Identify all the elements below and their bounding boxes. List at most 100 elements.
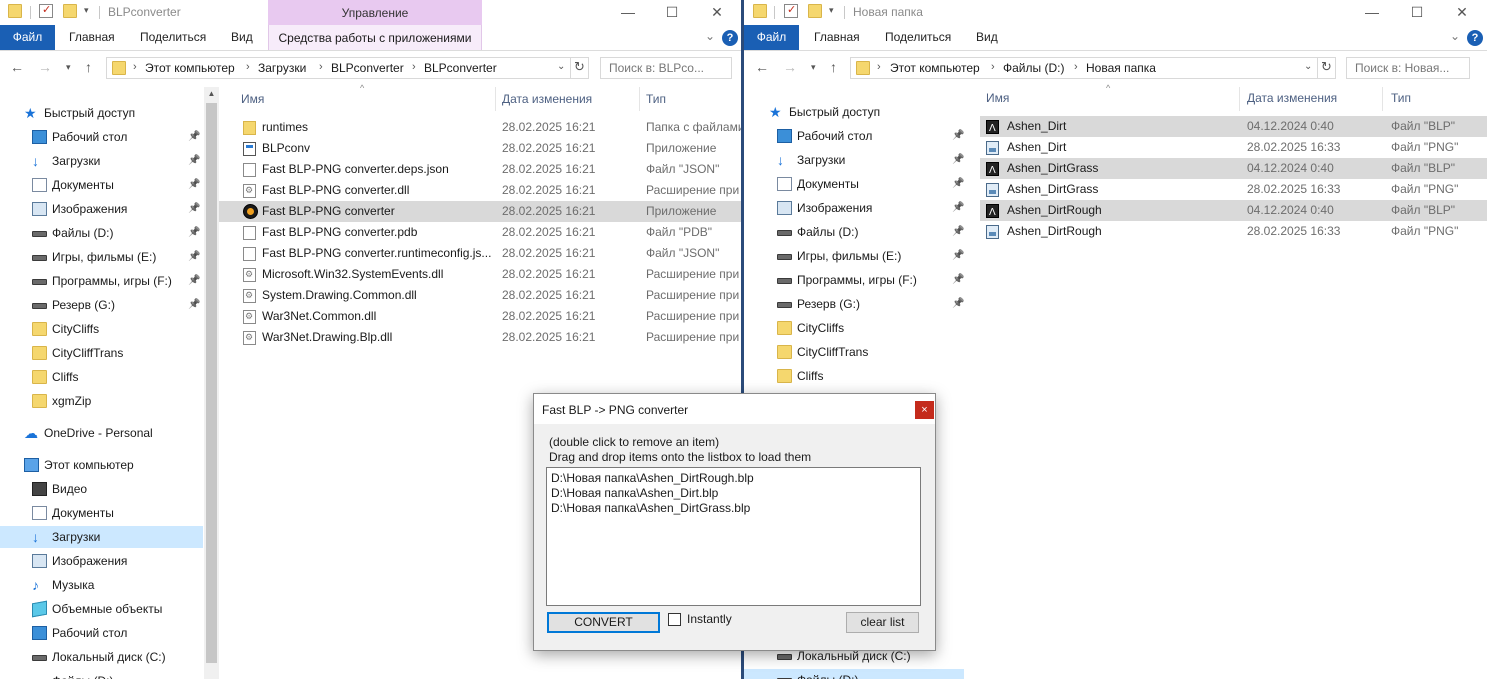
nav-item[interactable]: Документы 📌 (744, 173, 964, 195)
nav-item[interactable]: Документы (0, 502, 203, 524)
expand-ribbon-icon[interactable]: ⌄ (1450, 29, 1460, 43)
nav-item[interactable]: Изображения (0, 550, 203, 572)
help-icon[interactable]: ? (722, 30, 738, 46)
back-arrow-icon[interactable]: ← (755, 59, 769, 75)
nav-item[interactable]: Резерв (G:) 📌 (744, 293, 964, 315)
nav-item[interactable]: Резерв (G:) 📌 (0, 294, 203, 316)
file-row[interactable]: Ashen_Dirt 04.12.2024 0:40 Файл "BLP" (980, 116, 1487, 139)
convert-button[interactable]: CONVERT (547, 612, 660, 633)
nav-item[interactable]: ↓ Загрузки (0, 526, 203, 548)
nav-item[interactable]: Рабочий стол 📌 (0, 126, 203, 148)
up-arrow-icon[interactable]: ↑ (85, 59, 92, 75)
instantly-checkbox[interactable] (668, 613, 681, 626)
file-row[interactable]: BLPconv 28.02.2025 16:21 Приложение (219, 138, 741, 159)
customize-quick-access-icon[interactable]: ▾ (829, 5, 834, 16)
column-divider[interactable] (1382, 87, 1383, 111)
nav-item[interactable]: ☁ OneDrive - Personal (0, 422, 203, 444)
tab-share[interactable]: Поделиться (140, 30, 206, 44)
tab-app-tools[interactable]: Средства работы с приложениями (268, 25, 482, 50)
file-row[interactable]: Fast BLP-PNG converter.deps.json 28.02.20… (219, 159, 741, 180)
nav-item[interactable]: Файлы (D:) 📌 (744, 221, 964, 243)
customize-quick-access-icon[interactable]: ▾ (84, 5, 89, 16)
tab-home[interactable]: Главная (69, 30, 115, 44)
list-item[interactable]: D:\Новая папка\Ashen_DirtRough.blp (551, 471, 754, 485)
file-listbox[interactable]: D:\Новая папка\Ashen_DirtRough.blp D:\Но… (546, 467, 921, 606)
file-row[interactable]: Ashen_DirtGrass 04.12.2024 0:40 Файл "BLP" (980, 158, 1487, 181)
column-header-name[interactable]: Имя (986, 91, 1009, 105)
expand-ribbon-icon[interactable]: ⌄ (705, 29, 715, 43)
tab-file[interactable]: Файл (0, 25, 55, 50)
pin-icon[interactable]: 📌 (188, 294, 200, 316)
tab-view[interactable]: Вид (976, 30, 998, 44)
column-header-type[interactable]: Тип (646, 92, 666, 106)
help-icon[interactable]: ? (1467, 30, 1483, 46)
column-divider[interactable] (639, 87, 640, 111)
back-arrow-icon[interactable]: ← (10, 59, 24, 75)
nav-item[interactable]: CityCliffs (744, 317, 964, 339)
nav-item[interactable]: Этот компьютер (0, 454, 203, 476)
nav-item[interactable]: Файлы (D:) (0, 670, 203, 679)
forward-arrow-icon[interactable]: → (38, 59, 52, 75)
nav-item[interactable]: CityCliffTrans (744, 341, 964, 363)
maximize-button[interactable]: ☐ (1406, 2, 1428, 22)
nav-item[interactable]: Cliffs (0, 366, 203, 388)
nav-item[interactable]: Игры, фильмы (E:) 📌 (744, 245, 964, 267)
close-button[interactable]: ✕ (706, 2, 728, 22)
nav-item[interactable]: ★ Быстрый доступ (744, 101, 964, 123)
refresh-icon[interactable]: ↻ (570, 57, 589, 79)
nav-item[interactable]: Рабочий стол 📌 (744, 125, 964, 147)
search-input[interactable]: Поиск в: Новая... (1346, 57, 1470, 79)
breadcrumb-item[interactable]: BLPconverter (331, 61, 404, 75)
pin-icon[interactable]: 📌 (952, 173, 964, 195)
file-row[interactable]: Ashen_Dirt 28.02.2025 16:33 Файл "PNG" (980, 137, 1487, 158)
pin-icon[interactable]: 📌 (952, 149, 964, 171)
scroll-thumb[interactable] (206, 103, 217, 663)
properties-icon[interactable]: ✓ (39, 4, 53, 18)
instantly-label[interactable]: Instantly (687, 612, 732, 626)
nav-item[interactable]: Программы, игры (F:) 📌 (744, 269, 964, 291)
nav-item[interactable]: Cliffs (744, 365, 964, 387)
clear-list-button[interactable]: clear list (846, 612, 919, 633)
column-divider[interactable] (1239, 87, 1240, 111)
pin-icon[interactable]: 📌 (188, 126, 200, 148)
file-row[interactable]: Ashen_DirtGrass 28.02.2025 16:33 Файл "PNG… (980, 179, 1487, 200)
up-arrow-icon[interactable]: ↑ (830, 59, 837, 75)
nav-item[interactable]: Файлы (D:) (744, 669, 964, 679)
nav-item[interactable]: ♪ Музыка (0, 574, 203, 596)
nav-item[interactable]: Изображения 📌 (744, 197, 964, 219)
list-item[interactable]: D:\Новая папка\Ashen_Dirt.blp (551, 486, 718, 500)
nav-item[interactable]: Игры, фильмы (E:) 📌 (0, 246, 203, 268)
pin-icon[interactable]: 📌 (188, 270, 200, 292)
minimize-button[interactable]: — (617, 2, 639, 22)
column-header-type[interactable]: Тип (1391, 91, 1411, 105)
close-button[interactable]: ✕ (1451, 2, 1473, 22)
pin-icon[interactable]: 📌 (188, 174, 200, 196)
maximize-button[interactable]: ☐ (661, 2, 683, 22)
recent-locations-icon[interactable]: ▾ (66, 62, 71, 73)
tab-home[interactable]: Главная (814, 30, 860, 44)
breadcrumb-item[interactable]: BLPconverter (424, 61, 497, 75)
pin-icon[interactable]: 📌 (952, 125, 964, 147)
pin-icon[interactable]: 📌 (188, 246, 200, 268)
nav-item[interactable]: Объемные объекты (0, 598, 203, 620)
nav-item[interactable]: Видео (0, 478, 203, 500)
column-header-date[interactable]: Дата изменения (502, 92, 592, 106)
file-row[interactable]: Fast BLP-PNG converter.pdb 28.02.2025 16:… (219, 222, 741, 243)
breadcrumb-item[interactable]: Загрузки (258, 61, 306, 75)
nav-item[interactable]: ↓ Загрузки 📌 (744, 149, 964, 171)
nav-item[interactable]: Изображения 📌 (0, 198, 203, 220)
breadcrumb-item[interactable]: Файлы (D:) (1003, 61, 1064, 75)
file-row[interactable]: System.Drawing.Common.dll 28.02.2025 16:2… (219, 285, 741, 306)
search-input[interactable]: Поиск в: BLPco... (600, 57, 732, 79)
nav-item[interactable]: CityCliffs (0, 318, 203, 340)
properties-icon[interactable]: ✓ (784, 4, 798, 18)
pin-icon[interactable]: 📌 (188, 198, 200, 220)
navigation-scrollbar[interactable]: ▲ (204, 87, 219, 679)
refresh-icon[interactable]: ↻ (1317, 57, 1336, 79)
nav-item[interactable]: CityCliffTrans (0, 342, 203, 364)
nav-item[interactable]: Рабочий стол (0, 622, 203, 644)
nav-item[interactable]: ↓ Загрузки 📌 (0, 150, 203, 172)
file-row[interactable]: War3Net.Common.dll 28.02.2025 16:21 Расшир… (219, 306, 741, 327)
file-row[interactable]: Fast BLP-PNG converter.runtimeconfig.js.… (219, 243, 741, 264)
tab-share[interactable]: Поделиться (885, 30, 951, 44)
